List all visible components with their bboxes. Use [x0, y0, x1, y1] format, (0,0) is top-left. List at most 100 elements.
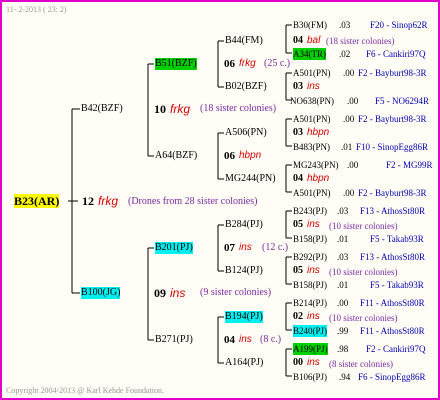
gen-count: 07: [224, 242, 235, 254]
node-gen4[interactable]: NO638(PN): [290, 95, 334, 107]
node-gen4[interactable]: B292(PJ): [293, 251, 327, 263]
gen4-num: .00: [337, 298, 349, 308]
gen4-num: .03: [337, 252, 349, 262]
gen4-code: F2 - MG99R: [386, 160, 433, 170]
gen4-code: F2 - Cankiri97Q: [366, 344, 426, 354]
node-gen2-c[interactable]: B201(PJ): [155, 242, 193, 254]
node-gen4[interactable]: A199(PJ): [293, 343, 328, 355]
gen4-code: F5 - Takab93R: [370, 280, 424, 290]
gen-count: 04: [293, 35, 303, 46]
tag: ins: [239, 334, 252, 345]
node-gen4[interactable]: B158(PJ): [293, 233, 327, 245]
root-note: (Drones from 28 sister colonies): [128, 196, 258, 207]
node-gen4[interactable]: MG243(PN): [293, 159, 339, 171]
node-gen3[interactable]: MG244(PN): [225, 173, 276, 185]
pedigree-frame: 11- 2-2013 ( 23: 2) Copyright 2004-2013 …: [0, 0, 440, 400]
root-gen: 12: [82, 194, 94, 208]
note: (12 c.): [262, 242, 289, 253]
gen4-code: F13 - AthosSt80R: [360, 206, 426, 216]
node-gen2-a[interactable]: B51(BZF): [155, 58, 197, 70]
gen-count: 03: [293, 81, 303, 92]
gen-count: 02: [293, 311, 303, 322]
node-gen3[interactable]: B194(PJ): [225, 311, 263, 323]
gen4-code: F6 - SinopEgg86R: [358, 372, 426, 382]
note: (8 sister colonies): [329, 359, 393, 369]
node-gen3[interactable]: B44(FM): [225, 35, 263, 47]
gen4-num: .94: [339, 372, 351, 382]
gen4-num: .03: [339, 20, 351, 30]
tag: frkg: [170, 102, 191, 116]
tag: bal: [307, 35, 321, 46]
gen4-code: F2 - Bayburt98-3R: [358, 188, 427, 198]
gen4-num: .01: [341, 142, 353, 152]
node-gen4[interactable]: B106(PJ): [293, 371, 327, 383]
note: (8 c.): [260, 334, 282, 345]
gen4-num: .98: [337, 344, 349, 354]
node-gen1-a[interactable]: B42(BZF): [81, 103, 123, 115]
copyright: Copyright 2004-2013 @ Karl Kehde Foundat…: [6, 386, 165, 395]
node-gen4[interactable]: B214(PJ): [293, 297, 327, 309]
gen-count: 03: [293, 127, 303, 138]
gen-count: 04: [224, 334, 235, 346]
note: (10 sister colonies): [329, 267, 398, 277]
node-gen2-b[interactable]: A64(BZF): [155, 150, 197, 162]
gen4-num: .01: [337, 234, 349, 244]
node-gen4[interactable]: A501(PN): [293, 113, 331, 125]
gen4-code: F5 - NO6294R: [375, 96, 430, 106]
node-gen4[interactable]: B483(PN): [293, 141, 330, 153]
tag: frkg: [239, 58, 256, 69]
node-gen4[interactable]: A501(PN): [293, 187, 331, 199]
note: (18 sister colonies): [326, 36, 395, 46]
note: (9 sister colonies): [200, 287, 272, 298]
node-gen3[interactable]: B284(PJ): [225, 219, 263, 231]
gen4-num: .00: [343, 68, 355, 78]
gen4-code: F11 - AthosSt80R: [360, 298, 425, 308]
root-tag: frkg: [98, 194, 119, 208]
node-gen4[interactable]: B243(PJ): [293, 205, 327, 217]
node-gen3[interactable]: A164(PJ): [225, 357, 263, 369]
tag: ins: [307, 311, 320, 322]
tag: ins: [307, 81, 320, 92]
gen-count: 09: [154, 286, 166, 300]
tag: ins: [170, 286, 186, 300]
node-gen3[interactable]: A506(PN): [225, 127, 267, 139]
gen-count: 06: [224, 58, 235, 70]
gen4-code: F2 - Bayburt98-3R: [358, 68, 427, 78]
tag: ins: [239, 242, 252, 253]
node-gen2-d[interactable]: B271(PJ): [155, 334, 193, 346]
gen4-code: F10 - SinopEgg86R: [356, 142, 429, 152]
node-gen4[interactable]: B240(PJ): [293, 325, 328, 337]
node-gen4[interactable]: B158(PJ): [293, 279, 327, 291]
gen-count: 10: [154, 102, 166, 116]
gen4-code: F11 - AthosSt80R: [360, 326, 425, 336]
node-gen4[interactable]: B30(FM): [293, 19, 327, 31]
gen-count: 06: [224, 150, 235, 162]
gen4-code: F20 - Sinop62R: [370, 20, 428, 30]
gen-count: 04: [293, 173, 303, 184]
gen4-code: F2 - Bayburt98-3R: [358, 114, 427, 124]
node-gen4[interactable]: A501(PN): [293, 67, 331, 79]
node-gen1-b[interactable]: B100(JG): [81, 287, 121, 299]
gen4-num: .99: [337, 326, 349, 336]
gen4-code: F5 - Takab93R: [370, 234, 424, 244]
gen4-num: .00: [347, 96, 359, 106]
root-node[interactable]: B23(AR): [14, 194, 60, 208]
note: (10 sister colonies): [329, 313, 398, 323]
gen-count: 05: [293, 219, 303, 230]
node-gen4[interactable]: A34(TR): [293, 48, 326, 60]
date-stamp: 11- 2-2013 ( 23: 2): [6, 5, 67, 14]
gen4-code: F6 - Cankiri97Q: [366, 49, 426, 59]
tag: ins: [307, 357, 320, 368]
note: (18 sister colonies): [200, 103, 277, 114]
gen4-num: .03: [337, 206, 349, 216]
gen-count: 00: [293, 357, 303, 368]
tag: ins: [307, 219, 320, 230]
tag: hbpn: [239, 150, 262, 161]
gen4-num: .01: [337, 280, 349, 290]
tag: hbpn: [307, 173, 330, 184]
tag: ins: [307, 265, 320, 276]
node-gen3[interactable]: B124(PJ): [225, 265, 263, 277]
node-gen3[interactable]: B02(BZF): [225, 81, 267, 93]
gen4-num: .00: [347, 160, 359, 170]
gen4-num: .00: [343, 114, 355, 124]
